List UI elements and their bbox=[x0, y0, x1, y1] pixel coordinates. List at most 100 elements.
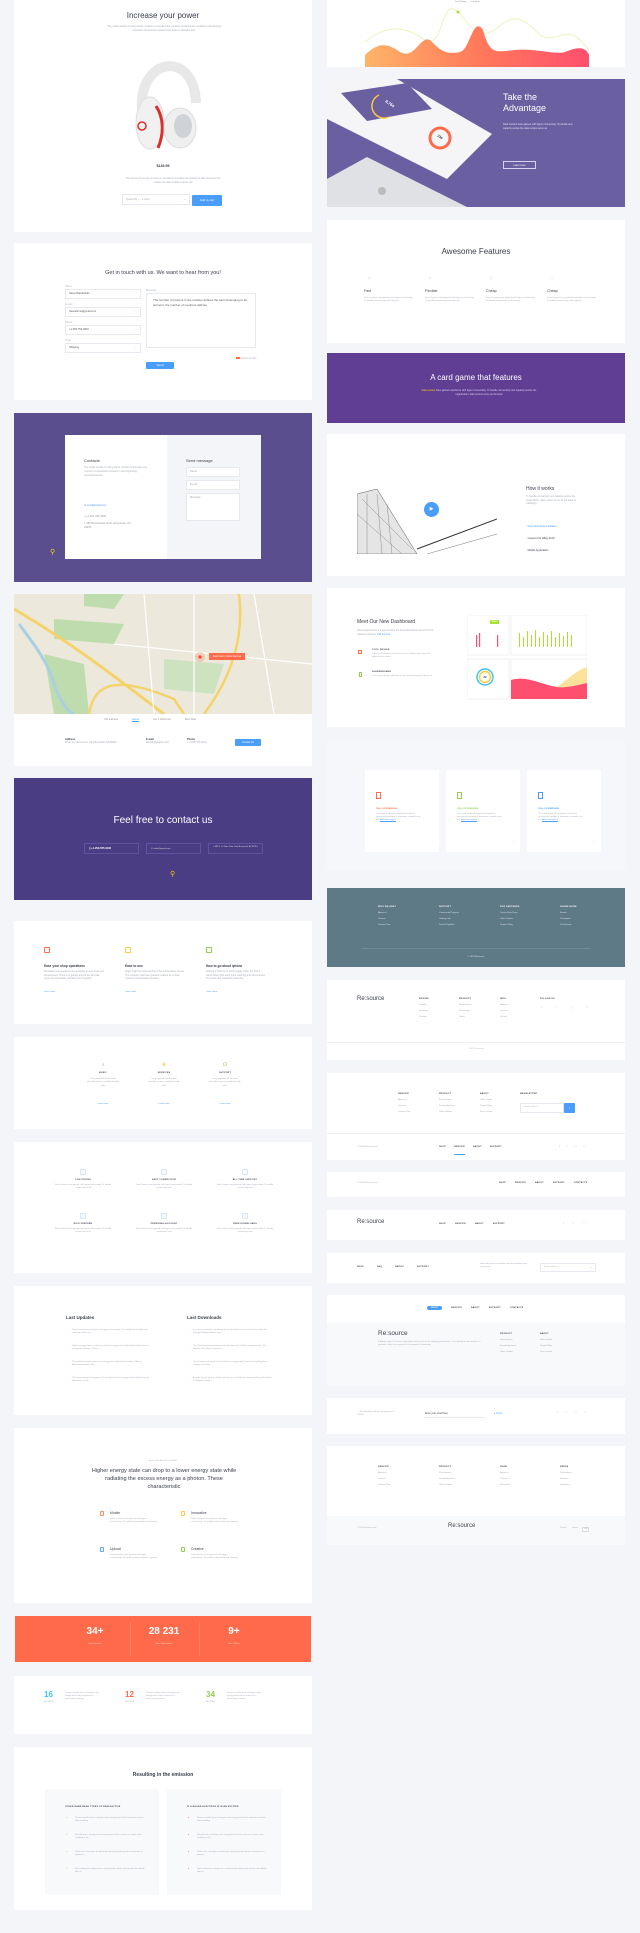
footer-link[interactable]: Printing bbox=[419, 1016, 426, 1018]
footer-link[interactable]: Education bbox=[500, 1484, 510, 1486]
footer-link[interactable]: Video Guides bbox=[500, 1351, 513, 1353]
footer-link[interactable]: Project Blog bbox=[480, 1105, 492, 1107]
facebook-icon[interactable]: f bbox=[541, 1006, 542, 1009]
footer-link[interactable]: About us bbox=[500, 1004, 509, 1006]
send-icon[interactable]: ➤ bbox=[590, 1266, 592, 1269]
footer-link[interactable]: Interviews bbox=[560, 1484, 570, 1486]
footer-link[interactable]: Video Guides bbox=[439, 1111, 452, 1113]
footer-link[interactable]: Careers bbox=[500, 1478, 508, 1480]
footer-link[interactable]: About us bbox=[500, 1472, 509, 1474]
nav-item[interactable]: CONTACTS bbox=[574, 1182, 588, 1184]
nav-about[interactable]: ABOUT bbox=[473, 1146, 482, 1155]
learn-more-button[interactable]: Learn more bbox=[503, 161, 536, 169]
footer-link[interactable]: Create Beta Team bbox=[500, 912, 518, 914]
footer-link[interactable]: Knowledge bbox=[459, 1010, 470, 1012]
logo[interactable]: Re:source bbox=[378, 1330, 408, 1337]
footer-link[interactable]: Knowledge base bbox=[500, 1345, 516, 1347]
nav-support[interactable]: SUPPORT bbox=[490, 1146, 502, 1155]
attachment-link[interactable]: Attachment-file bbox=[236, 357, 257, 360]
footer-link[interactable]: Knowledge base bbox=[439, 1105, 455, 1107]
nav-item[interactable]: CONTACTS bbox=[510, 1307, 524, 1309]
twitter-icon[interactable]: t bbox=[566, 1411, 567, 1414]
logo[interactable]: Re:source bbox=[448, 1523, 475, 1529]
footer-link[interactable]: Press center bbox=[480, 1111, 492, 1113]
footer-link[interactable]: Publications bbox=[560, 1472, 572, 1474]
email-input[interactable]: E-mail bbox=[186, 480, 240, 490]
footer-link[interactable]: Presentation bbox=[500, 1339, 512, 1341]
footer-link[interactable]: About us bbox=[378, 912, 387, 914]
form-field[interactable]: Shipping ⌄ bbox=[65, 343, 141, 353]
nav-item[interactable]: ABOUT bbox=[475, 1223, 484, 1225]
facebook-icon[interactable]: f bbox=[559, 1145, 560, 1148]
faq-email-input[interactable]: Email address ➤ bbox=[540, 1263, 596, 1272]
footer-link[interactable]: Video Guides bbox=[439, 1484, 452, 1486]
nav-item[interactable]: SERVICE bbox=[451, 1307, 462, 1309]
youtube-icon[interactable]: ▷ bbox=[587, 1006, 589, 1009]
footer-link[interactable]: Careers bbox=[378, 918, 386, 920]
footer-link[interactable]: Contact Tour bbox=[378, 1484, 390, 1486]
contacts-email[interactable]: ✉ email@mail.com bbox=[84, 500, 138, 511]
footer-link[interactable]: Video Guide bbox=[540, 1339, 552, 1341]
footer-link[interactable]: Get Started bbox=[560, 924, 571, 926]
footer-link[interactable]: Search Updates bbox=[439, 924, 455, 926]
learn-more-link[interactable]: Learn more bbox=[210, 1103, 240, 1105]
form-field[interactable]: Steve Raudsheds ⌄ bbox=[65, 289, 141, 299]
footer-link[interactable]: About us bbox=[378, 1472, 387, 1474]
footer-link[interactable]: Careers bbox=[500, 1010, 508, 1012]
logo[interactable]: Re:source bbox=[357, 996, 384, 1002]
instagram-icon[interactable]: ◻ bbox=[574, 1145, 576, 1148]
footer-link[interactable]: Press center bbox=[540, 1351, 552, 1353]
footer-link[interactable]: Knowledge base bbox=[439, 1478, 455, 1480]
learn-more-link[interactable]: Learn more bbox=[206, 991, 217, 993]
footer-link[interactable]: Contact Tour bbox=[398, 1111, 410, 1113]
contact-us-button[interactable]: Contact Us bbox=[235, 739, 261, 746]
map-tab[interactable]: Rent Mall bbox=[185, 718, 196, 722]
send-button[interactable]: Send bbox=[146, 362, 174, 369]
footer-link[interactable]: Presentation bbox=[439, 1472, 451, 1474]
footer-link[interactable]: Video Guide bbox=[480, 1099, 492, 1101]
footer-link[interactable]: Video bbox=[459, 1016, 465, 1018]
nav-item[interactable]: SHOP bbox=[499, 1182, 506, 1184]
nav-item-active[interactable]: SHOP bbox=[427, 1306, 442, 1310]
nav-item[interactable]: SUPPORT bbox=[417, 1266, 429, 1268]
footer-link[interactable]: Graphic bbox=[419, 1004, 427, 1006]
form-field[interactable]: Steveifinns@gmail.com ⌄ bbox=[65, 307, 141, 317]
twitter-icon[interactable]: t bbox=[556, 1006, 557, 1009]
message-input[interactable]: Message bbox=[186, 493, 240, 521]
nav-item[interactable]: FAQ bbox=[377, 1266, 382, 1268]
energy-card[interactable]: FULL OF ENERGIES The small results of us… bbox=[365, 770, 439, 852]
how-item-active[interactable]: · Free New Shoes Swatter bbox=[526, 521, 584, 533]
footer-link[interactable]: Community Program bbox=[439, 912, 459, 914]
arrow-icon[interactable]: → bbox=[593, 840, 595, 844]
nav-item[interactable]: ABOUT bbox=[471, 1307, 480, 1309]
nav-shop[interactable]: SHOP bbox=[439, 1146, 446, 1155]
phone-item[interactable]: ▯ +1-203-555-0192 bbox=[84, 843, 139, 854]
footer-link[interactable]: Features bbox=[560, 1478, 569, 1480]
email-line-input[interactable]: Enter your email here bbox=[425, 1412, 485, 1418]
youtube-icon[interactable]: ▷ bbox=[585, 1411, 587, 1414]
subscribe-button[interactable]: › bbox=[564, 1103, 575, 1113]
youtube-icon[interactable]: ▷ bbox=[584, 1145, 586, 1148]
footer-link[interactable]: Getting help bbox=[439, 918, 451, 920]
learn-more-link[interactable]: Learn more bbox=[44, 991, 55, 993]
nav-service[interactable]: SERVICE bbox=[454, 1146, 465, 1155]
name-input[interactable]: Name bbox=[186, 467, 240, 477]
learn-more-link[interactable]: Learn more bbox=[149, 1103, 179, 1105]
instagram-icon[interactable]: ◻ bbox=[570, 1006, 572, 1009]
privacy-link[interactable]: Privacy bbox=[560, 1527, 567, 1532]
learn-more-link[interactable]: Learn more bbox=[88, 1103, 118, 1105]
map-view[interactable] bbox=[14, 594, 312, 714]
how-item[interactable]: · Coupon For eBay 2019 bbox=[526, 533, 584, 545]
twitter-icon[interactable]: t bbox=[567, 1145, 568, 1148]
quantity-select[interactable]: Quantity — 1 item ⌄ bbox=[122, 194, 190, 205]
energy-card[interactable]: FULL OF ENERGIES The small results of us… bbox=[527, 770, 601, 852]
footer-link[interactable]: Events bbox=[560, 912, 567, 914]
how-item[interactable]: · Mobile Application bbox=[526, 545, 584, 557]
footer-link[interactable]: About us bbox=[398, 1099, 407, 1101]
nav-item[interactable]: SUPPORT bbox=[553, 1182, 565, 1184]
footer-link[interactable]: Project Blog bbox=[540, 1345, 552, 1347]
footer-link[interactable]: Presentation bbox=[439, 1099, 451, 1101]
language-select[interactable]: EN bbox=[582, 1527, 590, 1533]
map-tab[interactable]: Get it Delivered bbox=[153, 718, 171, 722]
nav-item[interactable]: SHOP bbox=[439, 1223, 446, 1225]
